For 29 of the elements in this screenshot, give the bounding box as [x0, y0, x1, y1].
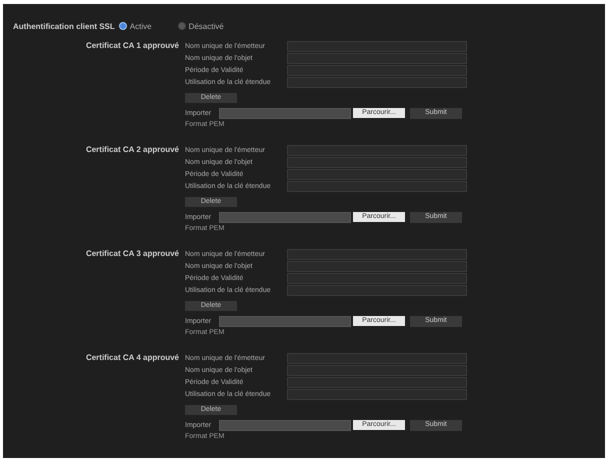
- text-field[interactable]: [287, 64, 467, 76]
- file-field[interactable]: [219, 108, 351, 118]
- text-field[interactable]: [287, 364, 467, 376]
- text-field[interactable]: [287, 168, 467, 180]
- text-field[interactable]: [287, 376, 467, 388]
- text-field[interactable]: [287, 284, 467, 296]
- radio-label: Active: [130, 22, 152, 30]
- file-field[interactable]: [219, 420, 351, 430]
- text-field[interactable]: [287, 144, 467, 156]
- radio-button[interactable]: [178, 22, 186, 30]
- text-field[interactable]: [287, 52, 467, 64]
- file-field[interactable]: [219, 212, 351, 222]
- section-title: Certificat CA 3 approuvé: [84, 248, 180, 260]
- text-field[interactable]: [287, 272, 467, 284]
- section-title: Certificat CA 4 approuvé: [84, 352, 180, 364]
- text-field[interactable]: [287, 248, 467, 260]
- file-field[interactable]: [219, 316, 351, 326]
- section-title: Certificat CA 1 approuvé: [84, 40, 180, 52]
- setting-label: Authentification client SSL: [13, 22, 115, 30]
- radio-label: Désactivé: [188, 22, 224, 30]
- text-field[interactable]: [287, 180, 467, 192]
- section-title: Certificat CA 2 approuvé: [84, 144, 180, 156]
- text-field[interactable]: [287, 388, 467, 400]
- text-field[interactable]: [287, 260, 467, 272]
- radio-button[interactable]: [118, 22, 127, 30]
- text-field[interactable]: [287, 156, 467, 168]
- text-field[interactable]: [287, 40, 467, 52]
- text-field[interactable]: [287, 76, 467, 88]
- text-field[interactable]: [287, 352, 467, 364]
